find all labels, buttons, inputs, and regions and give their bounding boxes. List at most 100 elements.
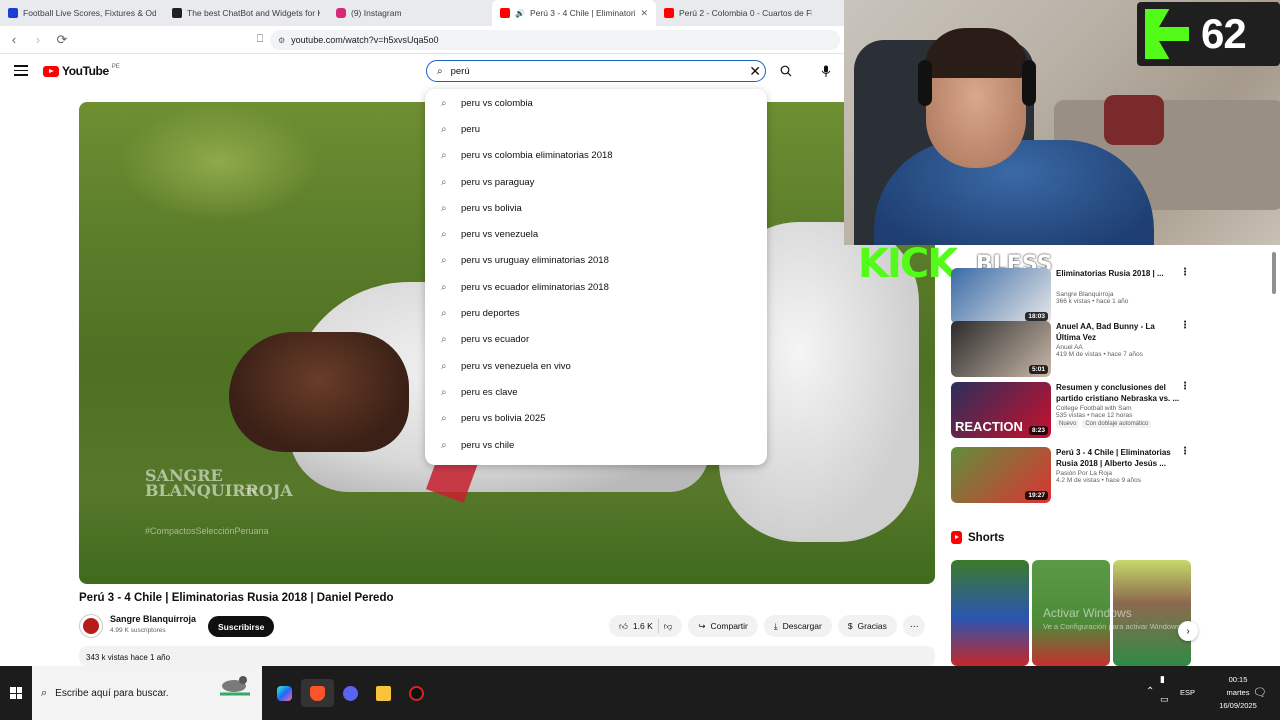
like-count: 1.6 K <box>632 621 653 631</box>
taskbar-search[interactable]: ⌕ Escribe aquí para buscar. <box>32 666 262 720</box>
language-indicator[interactable]: ESP <box>1180 688 1195 697</box>
like-button[interactable]: 👍︎ 1.6 K <box>619 621 653 632</box>
notifications-icon[interactable]: 🗨︎ <box>1253 686 1267 699</box>
reload-icon[interactable]: ⟳ <box>52 30 72 50</box>
channel-avatar[interactable] <box>79 614 103 638</box>
search-suggestion[interactable]: ⌕ peru vs colombia <box>425 90 767 116</box>
browser-tab-active[interactable]: 🔊 Perú 3 - 4 Chile | Eliminatorias ✕ <box>492 0 656 26</box>
search-icon: ⌕ <box>441 229 447 241</box>
search-suggestion[interactable]: ⌕ peru vs venezuela en vivo <box>425 353 767 379</box>
taskbar-app-obs[interactable] <box>400 679 433 707</box>
more-vert-icon[interactable]: ⋮ <box>1180 447 1190 457</box>
video-thumbnail[interactable]: 5:01 <box>951 321 1051 377</box>
channel-name[interactable]: Pasión Por La Roja <box>1056 470 1181 477</box>
shorts-icon <box>951 531 962 544</box>
download-button[interactable]: ⤓ Descargar <box>763 615 832 637</box>
recommended-video[interactable]: 18:03 Eliminatorias Rusia 2018 | ... Sangr… <box>951 268 1191 326</box>
more-vert-icon[interactable]: ⋮ <box>1180 268 1190 278</box>
taskbar-app-copilot[interactable] <box>268 679 301 707</box>
microphone-icon[interactable]: ▮ <box>1160 674 1165 685</box>
share-button[interactable]: ↪ Compartir <box>688 615 758 637</box>
recommended-video[interactable]: 19:27 Perú 3 - 4 Chile | Eliminatorias Ru… <box>951 447 1191 505</box>
browser-tab[interactable]: Perú 2 - Colombia 0 - Cuartos de Fin <box>656 0 820 26</box>
video-thumbnail[interactable]: REACTION 8:23 <box>951 382 1051 438</box>
taskbar-app-discord[interactable] <box>334 679 367 707</box>
windows-logo-icon <box>10 687 22 699</box>
network-icon[interactable]: ▭ <box>1160 694 1169 705</box>
screen: Football Live Scores, Fixtures & Odds Th… <box>0 0 1280 720</box>
windows-activation-subtext: Ve a Configuración para activar Windows. <box>1043 622 1183 631</box>
search-suggestion[interactable]: ⌕ peru vs colombia eliminatorias 2018 <box>425 143 767 169</box>
taskbar-app-brave[interactable] <box>301 679 334 707</box>
search-suggestion[interactable]: ⌕ peru vs bolivia <box>425 195 767 221</box>
more-vert-icon[interactable]: ⋮ <box>1180 382 1190 392</box>
search-suggestion[interactable]: ⌕ peru es clave <box>425 379 767 405</box>
search-icon: ⌕ <box>441 202 447 214</box>
thumbs-up-icon: 👍︎ <box>619 620 628 631</box>
youtube-logo[interactable]: YouTube PE <box>43 64 120 78</box>
search-suggestion[interactable]: ⌕ peru vs venezuela <box>425 221 767 247</box>
recommended-video[interactable]: 5:01 Anuel AA, Bad Bunny - La Última Vez A… <box>951 321 1191 379</box>
chevron-up-icon[interactable]: ⌃ <box>1146 686 1154 697</box>
start-button[interactable] <box>0 666 32 720</box>
search-suggestion[interactable]: ⌕ peru deportes <box>425 300 767 326</box>
site-info-icon[interactable]: ⚙ <box>278 36 285 45</box>
bookmark-icon[interactable]: ⎕ <box>250 30 270 50</box>
video-meta: 366 k vistas • hace 1 año <box>1056 298 1129 305</box>
subscribe-button[interactable]: Suscribirse <box>208 616 275 637</box>
shorts-title: Shorts <box>968 531 1005 544</box>
video-title[interactable]: Perú 3 - 4 Chile | Eliminatorias Rusia 2… <box>1056 447 1181 469</box>
suggestion-text: peru vs uruguay eliminatorias 2018 <box>461 255 609 267</box>
watermark-text: SANGRE BLANQUIRROJA <box>145 466 293 500</box>
menu-icon[interactable] <box>14 65 28 79</box>
search-suggestion[interactable]: ⌕ peru vs ecuador <box>425 327 767 353</box>
short-card[interactable] <box>951 560 1029 666</box>
thanks-button[interactable]: $ Gracias <box>837 615 897 637</box>
channel-name[interactable]: Anuel AA <box>1056 344 1181 351</box>
video-title[interactable]: Resumen y conclusiones del partido crist… <box>1056 382 1181 404</box>
thumbs-down-icon: 👎︎ <box>663 620 673 631</box>
close-tab-icon[interactable]: ✕ <box>640 8 648 19</box>
video-duration: 18:03 <box>1025 312 1048 321</box>
search-button[interactable] <box>776 61 796 81</box>
search-suggestion[interactable]: ⌕ peru vs paraguay <box>425 169 767 195</box>
video-badge: Nuevo <box>1056 420 1080 428</box>
search-suggestion[interactable]: ⌕ peru vs bolivia 2025 <box>425 406 767 432</box>
more-vert-icon[interactable]: ⋮ <box>1180 321 1190 331</box>
video-title[interactable]: Anuel AA, Bad Bunny - La Última Vez <box>1056 321 1181 343</box>
description-box[interactable]: 343 k vistas hace 1 año <box>79 646 935 666</box>
browser-tab[interactable]: (9) Instagram <box>328 0 492 26</box>
clear-search-icon[interactable]: ✕ <box>749 63 761 79</box>
search-input[interactable]: ⌕ perú ✕ <box>426 60 766 82</box>
browser-tab[interactable]: The best ChatBot and Widgets for K <box>164 0 328 26</box>
back-icon[interactable]: ‹ <box>4 30 24 50</box>
browser-tab[interactable]: Football Live Scores, Fixtures & Odds <box>0 0 164 26</box>
search-icon: ⌕ <box>441 281 447 293</box>
video-thumbnail[interactable]: 18:03 <box>951 268 1051 324</box>
shorts-next-button[interactable]: › <box>1178 621 1198 641</box>
speaker-icon[interactable]: 🔊 <box>515 9 525 18</box>
video-thumbnail[interactable]: 19:27 <box>951 447 1051 503</box>
channel-name[interactable]: College Football with Sam <box>1056 405 1181 412</box>
views-line: 343 k vistas hace 1 año <box>86 653 171 662</box>
youtube-play-icon <box>43 65 59 77</box>
more-actions-button[interactable]: ⋯ <box>902 615 926 637</box>
brave-browser-icon <box>310 685 325 701</box>
search-suggestion[interactable]: ⌕ peru vs ecuador eliminatorias 2018 <box>425 274 767 300</box>
sidebar-scrollbar[interactable] <box>1270 248 1278 668</box>
video-duration: 19:27 <box>1025 491 1048 500</box>
search-suggestion[interactable]: ⌕ peru <box>425 116 767 142</box>
url-field[interactable]: ⚙ youtube.com/watch?v=h5xvsUqa5o0 <box>270 30 840 50</box>
tab-label: (9) Instagram <box>351 8 402 18</box>
search-icon: ⌕ <box>441 439 447 451</box>
taskbar-app-explorer[interactable] <box>367 679 400 707</box>
channel-name[interactable]: Sangre Blanquirroja <box>110 614 196 624</box>
voice-search-button[interactable] <box>816 61 836 81</box>
channel-name[interactable]: Sangre Blanquirroja <box>1056 291 1181 298</box>
video-title[interactable]: Eliminatorias Rusia 2018 | ... <box>1056 268 1181 290</box>
dislike-button[interactable]: 👎︎ <box>664 621 673 632</box>
search-suggestion[interactable]: ⌕ peru vs chile <box>425 432 767 458</box>
recommended-video[interactable]: REACTION 8:23 Resumen y conclusiones del p… <box>951 382 1191 440</box>
forward-icon[interactable]: › <box>28 30 48 50</box>
search-suggestion[interactable]: ⌕ peru vs uruguay eliminatorias 2018 <box>425 248 767 274</box>
